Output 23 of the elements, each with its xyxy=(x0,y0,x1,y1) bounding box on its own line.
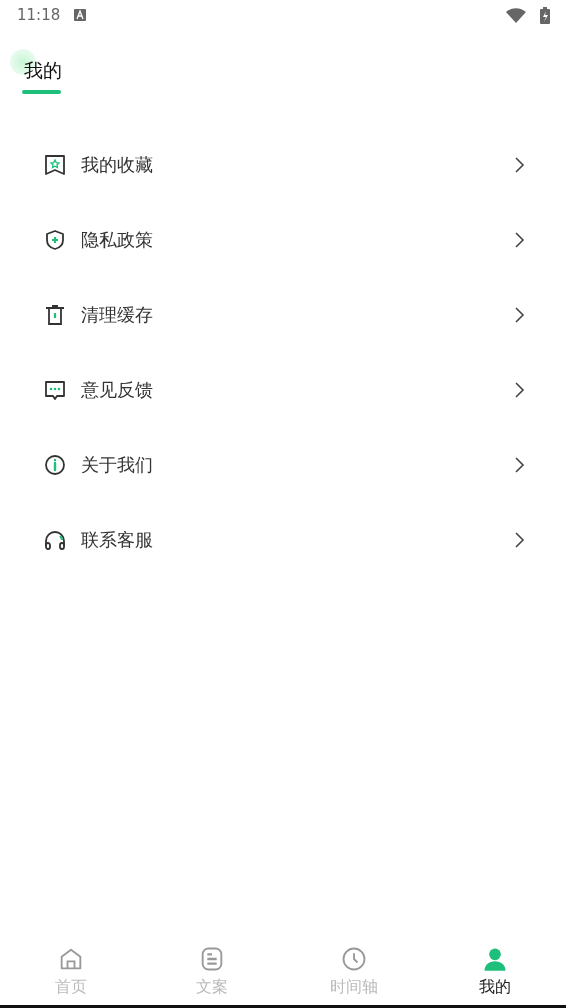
chevron-right-icon xyxy=(514,380,526,399)
chevron-right-icon xyxy=(514,155,526,174)
chevron-right-icon xyxy=(514,305,526,324)
menu-item[interactable]: 隐私政策 xyxy=(0,202,566,277)
title-underline xyxy=(22,90,61,94)
menu-item[interactable]: 意见反馈 xyxy=(0,352,566,427)
status-time: 11:18 xyxy=(17,6,61,24)
menu-item[interactable]: 关于我们 xyxy=(0,427,566,502)
wifi-icon xyxy=(506,7,526,23)
menu-item[interactable]: 联系客服 xyxy=(0,502,566,577)
battery-icon xyxy=(540,6,550,24)
bookmark-star-icon xyxy=(43,152,67,177)
chevron-right-icon xyxy=(514,530,526,549)
menu-item[interactable]: 清理缓存 xyxy=(0,277,566,352)
menu-item[interactable]: 我的收藏 xyxy=(0,127,566,202)
nav-tab[interactable]: 我的 xyxy=(424,933,566,1005)
shield-icon xyxy=(43,227,67,252)
keyboard-icon xyxy=(74,9,87,21)
info-icon xyxy=(43,452,67,477)
chevron-right-icon xyxy=(514,230,526,249)
trash-icon xyxy=(43,302,67,327)
chevron-right-icon xyxy=(514,455,526,474)
page-title: 我的 xyxy=(24,58,62,83)
